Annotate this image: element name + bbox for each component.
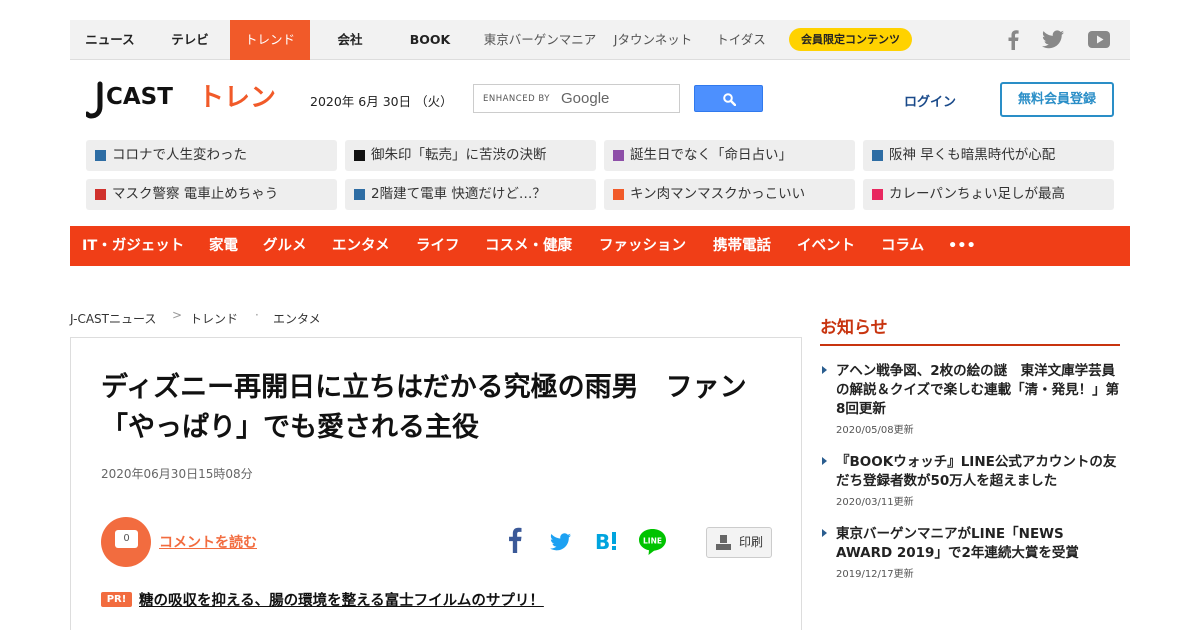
svg-text:B: B: [595, 530, 610, 552]
category-fashion[interactable]: ファッション: [599, 226, 686, 266]
triangle-arrow-icon: [822, 457, 827, 465]
nav-trend[interactable]: トレンド: [230, 20, 310, 60]
topic-label: マスク警察 電車止めちゃう: [112, 186, 279, 202]
hatena-bookmark-icon[interactable]: B: [595, 530, 619, 556]
nav-j-town-net[interactable]: Jタウンネット: [608, 20, 698, 60]
topic-label: カレーパンちょい足しが最高: [889, 186, 1066, 202]
breadcrumb-separator-icon: >: [172, 308, 183, 322]
topic-label: 誕生日でなく「命日占い」: [630, 147, 792, 163]
category-mobile[interactable]: 携帯電話: [713, 226, 771, 266]
article-card: ディズニー再開日に立ちはだかる究極の雨男 ファン「やっぱり」でも愛される主役 2…: [70, 337, 802, 630]
breadcrumb-separator-icon: ·: [255, 308, 259, 322]
facebook-share-icon[interactable]: [507, 527, 523, 557]
facebook-icon[interactable]: [1006, 30, 1020, 54]
nav-bargain-mania[interactable]: 東京バーゲンマニア: [476, 20, 604, 60]
notice-item[interactable]: 『BOOKウォッチ』LINE公式アカウントの友だち登録者数が50万人を超えました…: [822, 453, 1122, 508]
site-logo[interactable]: CAST トレンド: [84, 78, 302, 126]
twitter-share-icon[interactable]: [550, 533, 571, 555]
article-headline: ディズニー再開日に立ちはだかる究極の雨男 ファン「やっぱり」でも愛される主役: [101, 372, 747, 443]
line-share-icon[interactable]: LINE: [638, 528, 667, 560]
read-comments-link[interactable]: コメントを読む: [159, 532, 257, 552]
breadcrumb-entame[interactable]: エンタメ: [273, 310, 321, 327]
notice-item-date: 2019/12/17更新: [836, 569, 914, 580]
notice-item-date: 2020/05/08更新: [836, 425, 914, 436]
print-button[interactable]: 印刷: [706, 527, 772, 558]
pr-badge: PR!: [101, 592, 132, 607]
google-label: Google: [561, 90, 610, 107]
topic-item[interactable]: 阪神 早くも暗黒時代が心配: [863, 140, 1114, 171]
member-content-button[interactable]: 会員限定コンテンツ: [789, 28, 912, 51]
topic-color-square: [872, 150, 883, 161]
register-button[interactable]: 無料会員登録: [1000, 82, 1114, 117]
svg-text:LINE: LINE: [643, 537, 662, 546]
topic-item[interactable]: キン肉マンマスクかっこいい: [604, 179, 855, 210]
search-input[interactable]: ENHANCED BY Google: [473, 84, 680, 113]
topic-item[interactable]: 誕生日でなく「命日占い」: [604, 140, 855, 171]
notice-item[interactable]: アヘン戦争図、2枚の絵の謎 東洋文庫学芸員の解説＆クイズで楽しむ連載「清・発見！…: [822, 362, 1122, 436]
search-button[interactable]: [694, 85, 763, 112]
nav-company[interactable]: 会社: [310, 20, 390, 60]
svg-text:トレンド: トレンド: [198, 83, 281, 113]
topic-item[interactable]: 御朱印「転売」に苦渋の決断: [345, 140, 596, 171]
topic-color-square: [95, 150, 106, 161]
notice-item-title[interactable]: 東京バーゲンマニアがLINE「NEWS AWARD 2019」で2年連続大賞を受…: [836, 525, 1122, 563]
breadcrumb-home[interactable]: J-CASTニュース: [70, 310, 156, 327]
category-it-gadget[interactable]: IT・ガジェット: [82, 226, 184, 266]
search-icon: [723, 93, 736, 106]
topic-item[interactable]: 2階建て電車 快適だけど…？: [345, 179, 596, 210]
notice-item[interactable]: 東京バーゲンマニアがLINE「NEWS AWARD 2019」で2年連続大賞を受…: [822, 525, 1122, 580]
more-menu-icon[interactable]: •••: [948, 226, 976, 266]
notice-divider: [820, 344, 1120, 346]
category-nav: IT・ガジェット 家電 グルメ エンタメ ライフ コスメ・健康 ファッション 携…: [70, 226, 1130, 266]
topic-item[interactable]: マスク警察 電車止めちゃう: [86, 179, 337, 210]
login-link[interactable]: ログイン: [904, 91, 956, 110]
topic-color-square: [354, 189, 365, 200]
twitter-icon[interactable]: [1042, 30, 1064, 53]
notice-title: お知らせ: [820, 318, 888, 338]
nav-toidas[interactable]: トイダス: [706, 20, 776, 60]
category-life[interactable]: ライフ: [416, 226, 460, 266]
pr-link[interactable]: 糖の吸収を抑える、腸の環境を整える富士フイルムのサプリ！: [139, 589, 544, 610]
search-enhanced-label: ENHANCED BY: [483, 94, 550, 104]
topic-color-square: [613, 150, 624, 161]
article-pubdate: 2020年06月30日15時08分: [101, 467, 253, 481]
print-label: 印刷: [739, 535, 764, 549]
topic-color-square: [354, 150, 365, 161]
category-event[interactable]: イベント: [797, 226, 855, 266]
nav-news[interactable]: ニュース: [70, 20, 150, 60]
topic-color-square: [95, 189, 106, 200]
svg-text:CAST: CAST: [106, 84, 173, 110]
comment-icon[interactable]: 0: [101, 517, 151, 567]
notice-item-title[interactable]: 『BOOKウォッチ』LINE公式アカウントの友だち登録者数が50万人を超えました: [836, 453, 1122, 491]
category-cosme-health[interactable]: コスメ・健康: [485, 226, 572, 266]
comment-count: 0: [115, 530, 138, 548]
category-column[interactable]: コラム: [881, 226, 924, 266]
notice-item-date: 2020/03/11更新: [836, 497, 914, 508]
triangle-arrow-icon: [822, 529, 827, 537]
topic-item[interactable]: カレーパンちょい足しが最高: [863, 179, 1114, 210]
topic-item[interactable]: コロナで人生変わった: [86, 140, 337, 171]
category-entame[interactable]: エンタメ: [332, 226, 390, 266]
nav-tv[interactable]: テレビ: [150, 20, 230, 60]
topic-label: 御朱印「転売」に苦渋の決断: [371, 147, 547, 163]
topic-label: 阪神 早くも暗黒時代が心配: [889, 147, 1056, 163]
topic-color-square: [872, 189, 883, 200]
top-nav: ニュース テレビ トレンド 会社 BOOK 東京バーゲンマニア Jタウンネット …: [70, 20, 1130, 60]
printer-icon: [716, 535, 731, 550]
topic-label: コロナで人生変わった: [112, 147, 247, 163]
category-appliances[interactable]: 家電: [209, 226, 238, 266]
topic-label: 2階建て電車 快適だけど…？: [371, 186, 546, 202]
breadcrumb-trend[interactable]: トレンド: [190, 310, 238, 327]
topic-label: キン肉マンマスクかっこいい: [630, 186, 806, 202]
triangle-arrow-icon: [822, 366, 827, 374]
notice-item-title[interactable]: アヘン戦争図、2枚の絵の謎 東洋文庫学芸員の解説＆クイズで楽しむ連載「清・発見！…: [836, 362, 1122, 419]
current-date: 2020年 6月 30日 （火）: [310, 94, 453, 109]
topic-color-square: [613, 189, 624, 200]
category-gourmet[interactable]: グルメ: [263, 226, 307, 266]
nav-book[interactable]: BOOK: [390, 20, 470, 60]
youtube-icon[interactable]: [1088, 31, 1110, 52]
